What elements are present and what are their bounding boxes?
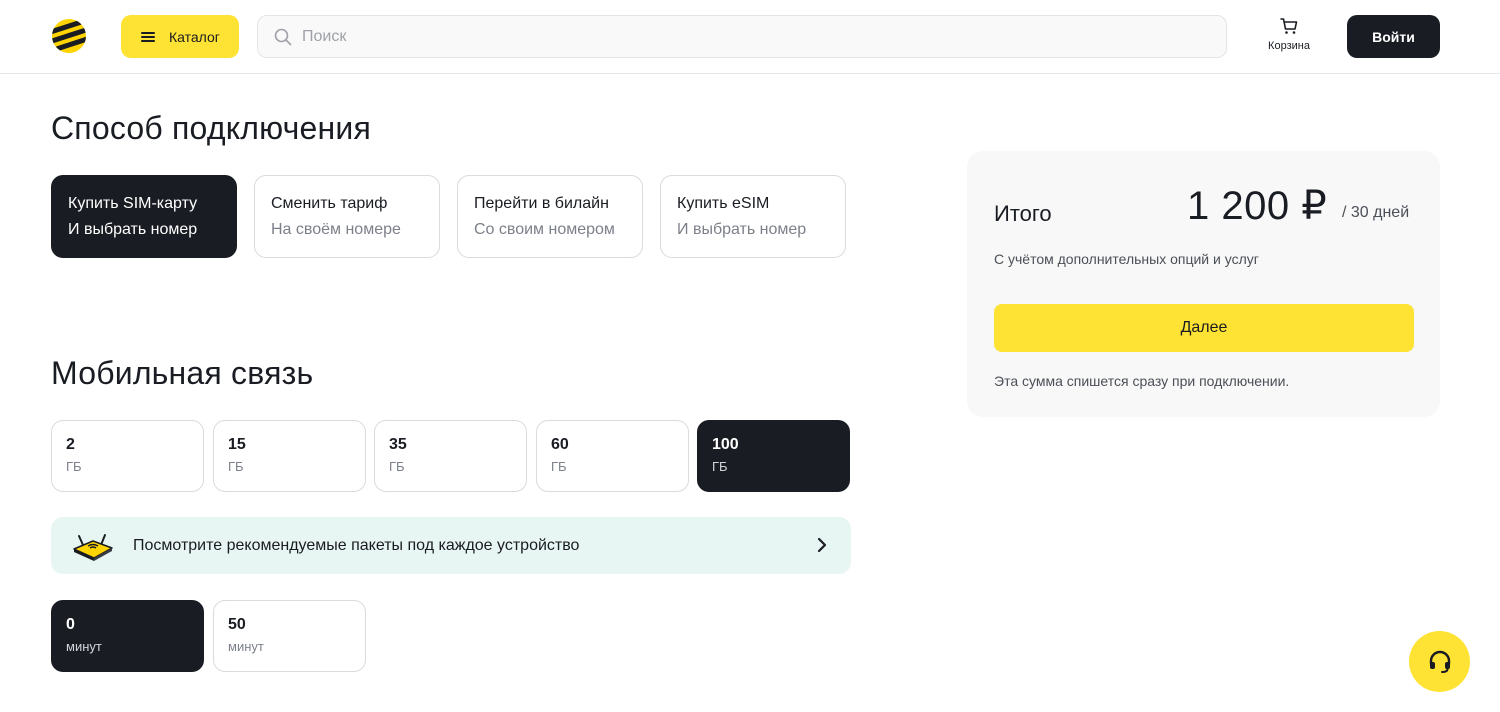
cart-label: Корзина xyxy=(1268,40,1310,52)
connection-option-title: Перейти в билайн xyxy=(474,195,609,212)
connection-option-subtitle: И выбрать номер xyxy=(677,221,807,238)
data-option-value: 35 xyxy=(389,436,407,453)
total-price: 1 200 ₽ xyxy=(1187,184,1328,228)
connection-option-subtitle: Со своим номером xyxy=(474,221,615,238)
data-option-60[interactable]: 60 ГБ xyxy=(536,420,689,492)
headset-icon xyxy=(1429,650,1450,673)
search-icon xyxy=(274,28,292,45)
data-option-unit: ГБ xyxy=(551,459,567,474)
connection-option-buy-sim[interactable]: Купить SIM-карту И выбрать номер xyxy=(51,175,237,258)
order-summary: Итого 1 200 ₽ / 30 дней С учётом дополни… xyxy=(967,151,1440,417)
data-option-unit: ГБ xyxy=(712,459,728,474)
connection-option-title: Сменить тариф xyxy=(271,195,388,212)
connection-option-title: Купить eSIM xyxy=(677,195,770,212)
connection-option-transfer[interactable]: Перейти в билайн Со своим номером xyxy=(457,175,643,258)
menu-icon xyxy=(141,31,155,42)
data-option-unit: ГБ xyxy=(228,459,244,474)
banner-text: Посмотрите рекомендуемые пакеты под кажд… xyxy=(133,536,580,554)
data-option-unit: ГБ xyxy=(389,459,405,474)
minutes-option-50[interactable]: 50 минут xyxy=(213,600,366,672)
cart-icon xyxy=(1280,18,1298,34)
router-icon xyxy=(73,533,113,561)
minutes-option-unit: минут xyxy=(66,639,102,654)
search-input[interactable] xyxy=(302,27,1202,46)
beeline-logo[interactable] xyxy=(51,18,87,54)
total-label: Итого xyxy=(994,201,1052,226)
data-option-value: 60 xyxy=(551,436,569,453)
recommendation-banner[interactable]: Посмотрите рекомендуемые пакеты под кажд… xyxy=(51,517,851,574)
login-button[interactable]: Войти xyxy=(1347,15,1440,58)
data-option-value: 15 xyxy=(228,436,246,453)
connection-title: Способ подключения xyxy=(51,110,371,146)
mobile-title: Мобильная связь xyxy=(51,355,314,391)
data-option-15[interactable]: 15 ГБ xyxy=(213,420,366,492)
price-note: С учётом дополнительных опций и услуг xyxy=(994,251,1259,267)
cart-button[interactable]: Корзина xyxy=(1258,16,1320,60)
support-button[interactable] xyxy=(1409,631,1470,692)
data-option-value: 100 xyxy=(712,436,739,453)
catalog-button[interactable]: Каталог xyxy=(121,15,239,58)
search-bar xyxy=(257,15,1227,58)
header: Каталог Корзина Войти xyxy=(0,0,1500,74)
data-option-35[interactable]: 35 ГБ xyxy=(374,420,527,492)
price-footnote: Эта сумма спишется сразу при подключении… xyxy=(994,373,1290,389)
connection-option-change-tariff[interactable]: Сменить тариф На своём номере xyxy=(254,175,440,258)
chevron-right-icon xyxy=(817,537,827,553)
minutes-option-value: 0 xyxy=(66,616,75,633)
connection-option-subtitle: На своём номере xyxy=(271,221,401,238)
data-option-100[interactable]: 100 ГБ xyxy=(697,420,850,492)
data-option-unit: ГБ xyxy=(66,459,82,474)
minutes-option-0[interactable]: 0 минут xyxy=(51,600,204,672)
minutes-option-value: 50 xyxy=(228,616,246,633)
connection-option-subtitle: И выбрать номер xyxy=(68,221,198,238)
data-option-2[interactable]: 2 ГБ xyxy=(51,420,204,492)
next-button[interactable]: Далее xyxy=(994,304,1414,352)
minutes-option-unit: минут xyxy=(228,639,264,654)
connection-option-title: Купить SIM-карту xyxy=(68,195,198,212)
data-option-value: 2 xyxy=(66,436,75,453)
connection-option-esim[interactable]: Купить eSIM И выбрать номер xyxy=(660,175,846,258)
price-period: / 30 дней xyxy=(1342,204,1410,221)
catalog-label: Каталог xyxy=(169,28,220,45)
